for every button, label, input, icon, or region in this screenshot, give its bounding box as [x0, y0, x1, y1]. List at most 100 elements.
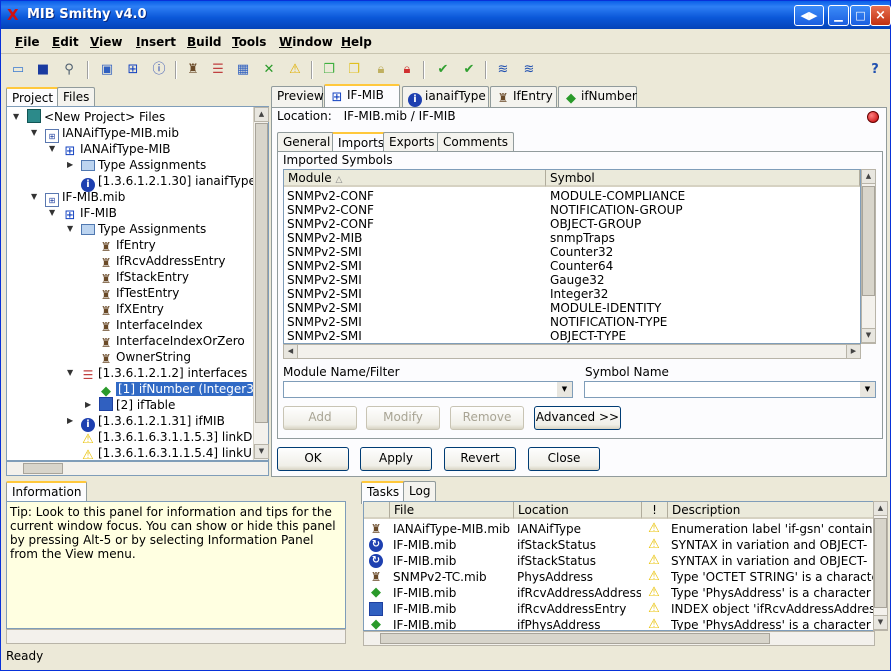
table-row[interactable]: SNMPv2-SMI Counter64	[284, 259, 860, 273]
tab-comments[interactable]: Comments	[437, 132, 515, 153]
tree-node[interactable]: ▶ Type Assignments	[67, 157, 206, 173]
task-row[interactable]: IF-MIB.mib ifRcvAddressEntry ⚠ INDEX object…	[364, 601, 874, 617]
menu-view[interactable]: View	[90, 35, 122, 49]
table-row[interactable]: SNMPv2-SMI Gauge32	[284, 273, 860, 287]
table-row[interactable]: SNMPv2-SMI Integer32	[284, 287, 860, 301]
task-row[interactable]: ↻ IF-MIB.mib ifStackStatus ⚠ SYNTAX in varia…	[364, 553, 874, 569]
table-row[interactable]: SNMPv2-CONF MODULE-COMPLIANCE	[284, 189, 860, 203]
expanded-icon[interactable]: ▼	[67, 224, 76, 233]
collapsed-icon[interactable]: ▶	[67, 160, 76, 169]
scroll-thumb[interactable]	[255, 123, 268, 423]
new-type-icon[interactable]: ♜	[183, 60, 203, 80]
menu-build[interactable]: Build	[187, 35, 222, 49]
editor-tab[interactable]: ◆ ifNumber	[558, 86, 637, 107]
column-header-module[interactable]: Module △	[284, 170, 546, 187]
new-file-icon[interactable]: ▣	[97, 60, 117, 80]
task-row[interactable]: ♜ IANAifType-MIB.mib IANAifType ⚠ Enumeratio…	[364, 521, 874, 537]
editor-tab[interactable]: ⊞ IF-MIB	[324, 84, 400, 107]
scroll-up-icon[interactable]: ▲	[873, 501, 888, 516]
tree-node[interactable]: i [1.3.6.1.2.1.30] ianaifType	[67, 173, 256, 192]
tree-node[interactable]: ♜ IfEntry	[85, 237, 156, 254]
table-row[interactable]: SNMPv2-MIB snmpTraps	[284, 231, 860, 245]
task-row[interactable]: ◆ IF-MIB.mib ifPhysAddress ⚠ Type 'PhysAddre…	[364, 617, 874, 630]
new-tree-icon[interactable]: ☰	[208, 60, 228, 80]
tab-log[interactable]: Log	[403, 481, 437, 502]
menu-insert[interactable]: Insert	[136, 35, 176, 49]
new-module-icon[interactable]: ⊞	[123, 60, 143, 80]
module-filter-combo[interactable]: ▼	[283, 381, 573, 398]
tree-node[interactable]: ♜ InterfaceIndex	[85, 317, 203, 334]
apply-button[interactable]: Apply	[360, 447, 432, 471]
table-row[interactable]: SNMPv2-SMI OBJECT-TYPE	[284, 329, 860, 343]
new-identity-icon[interactable]: ⓘ	[149, 60, 169, 80]
lock-icon[interactable]: 🔒︎	[371, 60, 391, 80]
expanded-icon[interactable]: ▼	[31, 128, 40, 137]
remove-button[interactable]: Remove	[450, 406, 524, 430]
tree-scrollbar[interactable]: ▲ ▼	[253, 107, 269, 460]
tree-node[interactable]: ♜ OwnerString	[85, 349, 191, 366]
expanded-icon[interactable]: ▼	[49, 208, 58, 217]
tree-node[interactable]: ♜ InterfaceIndexOrZero	[85, 333, 245, 350]
new-table-icon[interactable]: ▦	[233, 60, 253, 80]
hscroll-thumb[interactable]	[23, 463, 63, 474]
editor-tab[interactable]: ♜ IfEntry	[490, 86, 557, 107]
symbol-name-combo[interactable]: ▼	[584, 381, 876, 398]
revert-button[interactable]: Revert	[444, 447, 516, 471]
column-header-location[interactable]: Location	[514, 502, 642, 519]
tree-node[interactable]: ▼ <New Project> Files	[13, 109, 165, 125]
close-button[interactable]: ×	[870, 5, 891, 26]
info-hscrollbar[interactable]	[6, 629, 346, 644]
column-header-icon[interactable]	[364, 502, 390, 519]
collapsed-icon[interactable]: ▶	[85, 400, 94, 409]
scroll-down-icon[interactable]: ▼	[861, 328, 876, 343]
menu-toggle-button[interactable]: ◀▶	[794, 5, 824, 26]
modify-button[interactable]: Modify	[366, 406, 440, 430]
tree-node[interactable]: ◆ [1] ifNumber (Integer32)	[85, 381, 268, 399]
expanded-icon[interactable]: ▼	[67, 368, 76, 377]
column-header-severity[interactable]: !	[642, 502, 668, 519]
chevron-down-icon[interactable]: ▼	[860, 382, 875, 397]
scroll-thumb[interactable]	[862, 186, 875, 296]
scroll-thumb[interactable]	[874, 518, 887, 608]
copy-icon[interactable]: ❐	[319, 60, 339, 80]
check-all-icon[interactable]: ✔	[459, 60, 479, 80]
tasks-hscrollbar[interactable]	[363, 631, 875, 646]
paste-icon[interactable]: ❐	[344, 60, 364, 80]
scroll-up-icon[interactable]: ▲	[861, 169, 876, 184]
tree-node[interactable]: ⚠ [1.3.6.1.6.3.1.1.5.3] linkDow	[67, 429, 268, 447]
maximize-button[interactable]: □	[850, 5, 871, 26]
tab-files[interactable]: Files	[57, 87, 96, 108]
imports-vscrollbar[interactable]: ▲ ▼	[861, 169, 876, 344]
chevron-down-icon[interactable]: ▼	[557, 382, 572, 397]
editor-tab[interactable]: i ianaifType	[402, 86, 489, 107]
scroll-down-icon[interactable]: ▼	[873, 615, 888, 630]
new-notification-icon[interactable]: ✕	[259, 60, 279, 80]
build-all-icon[interactable]: ≋	[519, 60, 539, 80]
tree-node[interactable]: ▼ ☰ [1.3.6.1.2.1.2] interfaces	[67, 365, 247, 382]
scroll-left-icon[interactable]: ◀	[283, 344, 298, 359]
tree-node[interactable]: ♜ IfXEntry	[85, 301, 164, 318]
tab-exports[interactable]: Exports	[383, 132, 441, 153]
menu-help[interactable]: Help	[341, 35, 372, 49]
tree-node[interactable]: ▶ i [1.3.6.1.2.1.31] ifMIB	[67, 413, 225, 432]
close-dialog-button[interactable]: Close	[528, 447, 600, 471]
collapsed-icon[interactable]: ▶	[67, 416, 76, 425]
task-row[interactable]: ↻ IF-MIB.mib ifStackStatus ⚠ SYNTAX in varia…	[364, 537, 874, 553]
task-row[interactable]: ♜ SNMPv2-TC.mib PhysAddress ⚠ Type 'OCTET ST…	[364, 569, 874, 585]
expanded-icon[interactable]: ▼	[49, 144, 58, 153]
hscroll-thumb[interactable]	[380, 633, 770, 644]
expanded-icon[interactable]: ▼	[13, 112, 22, 121]
title-bar[interactable]: X MIB Smithy v4.0 ◀▶ ▁ □ ×	[1, 1, 891, 29]
warning-icon[interactable]: ⚠	[285, 60, 305, 80]
table-row[interactable]: SNMPv2-SMI NOTIFICATION-TYPE	[284, 315, 860, 329]
task-row[interactable]: ◆ IF-MIB.mib ifRcvAddressAddress ⚠ Type 'Phy…	[364, 585, 874, 601]
tree-node[interactable]: ♜ IfStackEntry	[85, 269, 189, 286]
menu-tools[interactable]: Tools	[232, 35, 266, 49]
build-icon[interactable]: ≋	[493, 60, 513, 80]
tree-node[interactable]: ▼ Type Assignments	[67, 221, 206, 237]
column-header-description[interactable]: Description	[668, 502, 874, 519]
minimize-button[interactable]: ▁	[828, 5, 849, 26]
column-header-file[interactable]: File	[390, 502, 514, 519]
tree-node[interactable]: ▼ ⊞ IANAifType-MIB	[49, 141, 171, 159]
table-row[interactable]: SNMPv2-SMI MODULE-IDENTITY	[284, 301, 860, 315]
